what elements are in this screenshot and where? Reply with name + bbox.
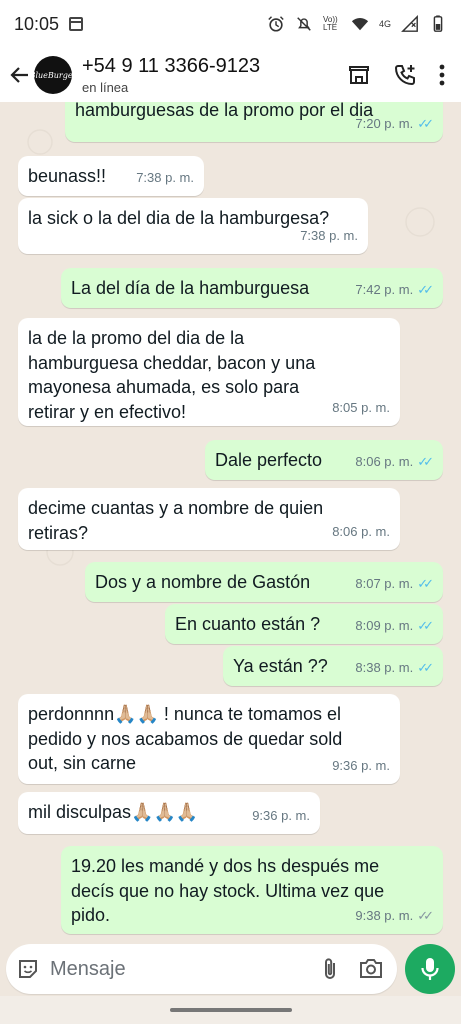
arrow-left-icon bbox=[10, 67, 28, 83]
message-bubble-outgoing[interactable]: Ya están ?? 8:38 p. m. ✓✓ bbox=[223, 646, 443, 686]
signal-icon bbox=[401, 15, 418, 32]
message-bubble-incoming[interactable]: mil disculpas🙏🏼🙏🏼🙏🏼 9:36 p. m. bbox=[18, 792, 320, 834]
message-time: 7:42 p. m. bbox=[355, 281, 414, 297]
read-ticks-icon: ✓✓ bbox=[417, 115, 434, 131]
attach-icon[interactable] bbox=[323, 957, 337, 981]
message-bubble-outgoing[interactable]: hamburguesas de la promo por el dia 7:20… bbox=[65, 102, 443, 142]
chat-header: BlueBurger +54 9 11 3366-9123 en línea bbox=[0, 48, 461, 102]
read-ticks-icon: ✓✓ bbox=[417, 281, 434, 297]
calendar-icon bbox=[69, 17, 84, 31]
message-time: 8:06 p. m. bbox=[355, 453, 414, 469]
status-time: 10:05 bbox=[14, 13, 60, 34]
message-bubble-incoming[interactable]: decime cuantas y a nombre de quien retir… bbox=[18, 488, 400, 550]
message-bubble-outgoing[interactable]: 19.20 les mandé y dos hs después me decí… bbox=[61, 846, 443, 934]
message-time: 8:06 p. m. bbox=[332, 523, 390, 539]
add-call-icon[interactable] bbox=[393, 63, 417, 87]
system-nav-bar bbox=[0, 996, 461, 1024]
home-gesture-bar[interactable] bbox=[170, 1008, 292, 1012]
battery-icon bbox=[433, 15, 443, 32]
camera-icon[interactable] bbox=[359, 957, 383, 979]
message-time: 9:38 p. m. bbox=[355, 907, 414, 923]
alarm-icon bbox=[268, 16, 284, 32]
storefront-icon[interactable] bbox=[347, 63, 371, 87]
message-time: 9:36 p. m. bbox=[332, 757, 390, 773]
message-composer[interactable]: Mensaje bbox=[6, 944, 397, 994]
delivered-ticks-icon: ✓✓ bbox=[417, 907, 434, 923]
chat-area[interactable]: hamburguesas de la promo por el dia 7:20… bbox=[0, 102, 461, 936]
avatar[interactable]: BlueBurger bbox=[30, 56, 76, 94]
read-ticks-icon: ✓✓ bbox=[417, 575, 434, 591]
emoji-button[interactable] bbox=[6, 957, 50, 981]
message-bubble-outgoing[interactable]: En cuanto están ? 8:09 p. m. ✓✓ bbox=[165, 604, 443, 644]
message-text: perdonnnn🙏🏼🙏🏼 ! nunca te tomamos el pedi… bbox=[28, 704, 343, 773]
more-options-icon[interactable] bbox=[439, 64, 445, 86]
message-bubble-incoming[interactable]: perdonnnn🙏🏼🙏🏼 ! nunca te tomamos el pedi… bbox=[18, 694, 400, 784]
volte-label: Vo)) LTE bbox=[322, 15, 338, 32]
contact-info[interactable]: +54 9 11 3366-9123 en línea bbox=[82, 55, 260, 95]
read-ticks-icon: ✓✓ bbox=[417, 453, 434, 469]
contact-name: +54 9 11 3366-9123 bbox=[82, 55, 261, 77]
message-time: 7:20 p. m. bbox=[355, 115, 414, 131]
message-time: 7:38 p. m. bbox=[300, 227, 358, 243]
message-time: 9:36 p. m. bbox=[252, 807, 310, 823]
message-time: 7:38 p. m. bbox=[136, 169, 194, 185]
message-bubble-outgoing[interactable]: Dos y a nombre de Gastón 8:07 p. m. ✓✓ bbox=[85, 562, 443, 602]
mute-bell-icon bbox=[297, 17, 311, 31]
read-ticks-icon: ✓✓ bbox=[417, 617, 434, 633]
wifi-icon bbox=[351, 18, 369, 31]
message-bubble-outgoing[interactable]: La del día de la hamburguesa 7:42 p. m. ✓… bbox=[61, 268, 443, 308]
microphone-icon bbox=[421, 958, 439, 980]
message-time: 8:07 p. m. bbox=[355, 575, 414, 591]
status-bar: 10:05 Vo)) LTE 4G bbox=[0, 0, 461, 48]
message-time: 8:38 p. m. bbox=[355, 659, 414, 675]
message-time: 8:09 p. m. bbox=[355, 617, 414, 633]
message-text: la de la promo del dia de la hamburguesa… bbox=[28, 328, 316, 422]
message-text: decime cuantas y a nombre de quien retir… bbox=[28, 498, 324, 543]
read-ticks-icon: ✓✓ bbox=[417, 659, 434, 675]
message-bubble-outgoing[interactable]: Dale perfecto 8:06 p. m. ✓✓ bbox=[205, 440, 443, 480]
sticker-icon bbox=[19, 960, 37, 978]
contact-status: en línea bbox=[82, 80, 129, 95]
message-input[interactable]: Mensaje bbox=[50, 958, 323, 981]
message-time: 8:05 p. m. bbox=[332, 399, 390, 415]
message-bubble-incoming[interactable]: beunass!! 7:38 p. m. bbox=[18, 156, 204, 196]
message-bubble-incoming[interactable]: la sick o la del dia de la hamburgesa? 7… bbox=[18, 198, 368, 254]
network-type: 4G bbox=[378, 19, 391, 29]
voice-message-button[interactable] bbox=[405, 944, 455, 994]
message-bubble-incoming[interactable]: la de la promo del dia de la hamburguesa… bbox=[18, 318, 400, 426]
